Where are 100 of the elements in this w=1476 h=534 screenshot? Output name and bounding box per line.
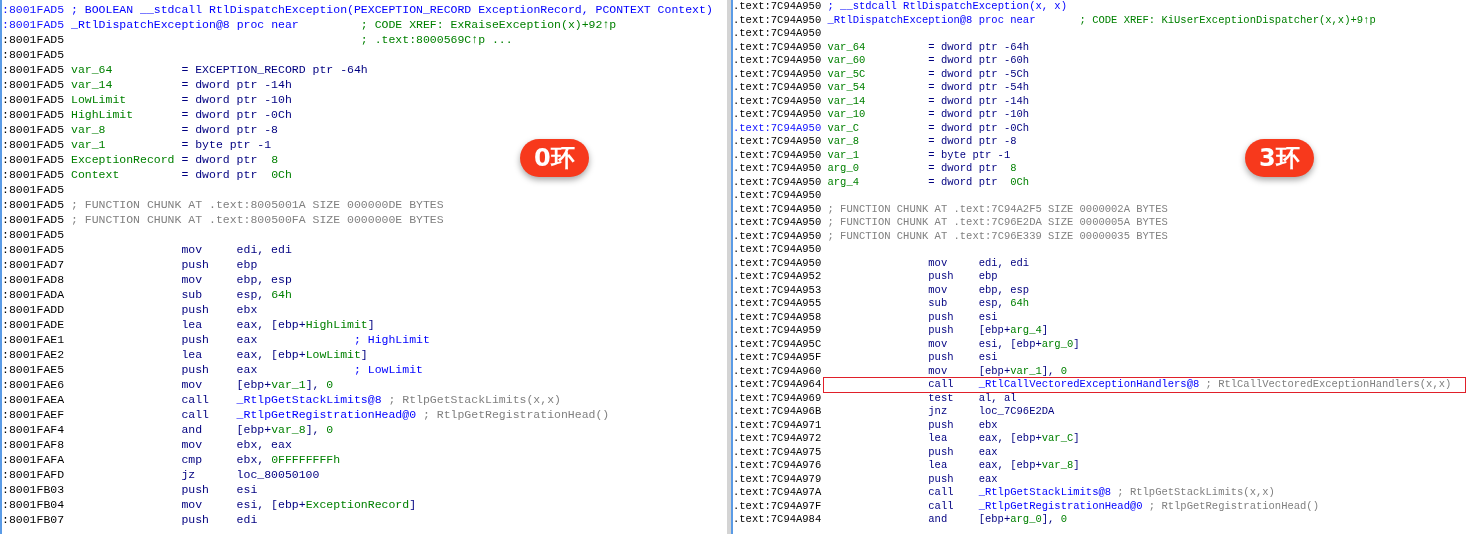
line-address: :8001FAD5 [2, 153, 65, 166]
code-comment: ; RtlpGetRegistrationHead() [1148, 499, 1319, 513]
line-address: :8001FADA [2, 288, 65, 301]
variable-name: var_1 [71, 138, 106, 151]
ring-label: 3环 [1245, 139, 1314, 177]
code-comment: ; RtlpGetStackLimits(x,x) [388, 392, 561, 407]
code-comment: ; RtlpGetRegistrationHead() [422, 407, 610, 422]
variable-name: var_8 [827, 135, 859, 147]
variable-definition: = dword ptr 0Ch [181, 167, 292, 182]
line-address: .text:7C94A950 [733, 135, 822, 147]
instruction-mnemonic: sub [181, 287, 204, 302]
instruction-mnemonic: push [181, 257, 210, 272]
instruction-mnemonic: mov [928, 256, 949, 270]
code-comment: ; FUNCTION CHUNK AT .text:8005001A SIZE 000000DE BYTES [71, 197, 444, 212]
operand: ebx [978, 418, 998, 432]
operand: _RtlpGetRegistrationHead@0 [978, 499, 1143, 513]
line-address: :8001FAFD [2, 468, 65, 481]
variable-definition: = dword ptr -10h [928, 108, 1030, 122]
operand: loc_7C96E2DA [978, 405, 1055, 419]
operand: _RtlpGetRegistrationHead@0 [236, 407, 417, 422]
instruction-mnemonic: lea [181, 347, 204, 362]
instruction-mnemonic: mov [181, 242, 204, 257]
variable-name: var_8 [71, 123, 106, 136]
line-address: :8001FAD5 [2, 138, 65, 151]
operand: edi, edi [236, 242, 292, 257]
instruction-mnemonic: push [181, 482, 210, 497]
instruction-mnemonic: lea [928, 432, 949, 446]
variable-definition: = dword ptr -14h [928, 94, 1030, 108]
line-address: :8001FAD5 [2, 168, 65, 181]
line-address: :8001FB03 [2, 483, 65, 496]
instruction-mnemonic: cmp [181, 452, 204, 467]
instruction-mnemonic: push [181, 332, 210, 347]
variable-name: arg_4 [827, 175, 859, 188]
operand: [ebp+var_1], 0 [236, 377, 334, 392]
variable-definition: = dword ptr -60h [928, 54, 1030, 68]
line-address: .text:7C94A950 [733, 0, 822, 12]
line-address: .text:7C94A960 [733, 364, 822, 377]
operand: [ebp+arg_0], 0 [978, 513, 1067, 527]
instruction-mnemonic: jz [181, 467, 197, 482]
operand: ebx [236, 302, 258, 317]
line-address: .text:7C94A955 [733, 297, 822, 309]
variable-definition: = dword ptr -54h [928, 81, 1030, 95]
procedure-name: _RtlDispatchException@8 proc near [71, 18, 299, 31]
line-address: :8001FAD5 [2, 93, 65, 106]
variable-name: arg_0 [827, 162, 859, 174]
line-address: :8001FAD5 [2, 63, 65, 76]
variable-name: var_5C [827, 67, 866, 80]
instruction-mnemonic: push [181, 512, 210, 527]
line-address: .text:7C94A950 [733, 202, 822, 215]
variable-definition: = dword ptr -8 [181, 122, 279, 137]
operand: esi [978, 310, 998, 324]
instruction-mnemonic: push [928, 351, 955, 365]
code-comment: ; FUNCTION CHUNK AT .text:800500FA SIZE 0000000E BYTES [71, 212, 444, 227]
instruction-mnemonic: mov [928, 283, 949, 297]
variable-definition: = byte ptr -1 [181, 137, 272, 152]
line-address: :8001FAF4 [2, 423, 65, 436]
operand: eax, [ebp+var_8] [978, 459, 1080, 473]
line-address: :8001FAD5 [2, 243, 65, 256]
instruction-mnemonic: call [181, 392, 210, 407]
variable-definition: = dword ptr 0Ch [928, 175, 1030, 189]
variable-definition: = dword ptr -0Ch [928, 121, 1030, 135]
line-address: .text:7C94A950 [733, 27, 822, 39]
line-address: :8001FB04 [2, 498, 65, 511]
xref-comment: ; CODE XREF: KiUserExceptionDispatcher(x,x)+9↑p [1079, 13, 1376, 27]
line-address: :8001FAD5 [2, 78, 65, 91]
operand: ebp, esp [236, 272, 292, 287]
line-address: :8001FAD5 [2, 213, 65, 226]
line-address: :8001FAD5 [2, 33, 65, 46]
operand: eax [978, 472, 998, 486]
operand: eax [236, 332, 259, 347]
line-address: :8001FAE1 [2, 333, 65, 346]
variable-name: var_54 [827, 81, 866, 93]
variable-definition: = EXCEPTION_RECORD ptr -64h [181, 62, 368, 77]
operand: esp, 64h [978, 297, 1030, 311]
variable-name: var_64 [71, 63, 113, 76]
instruction-mnemonic: test [928, 391, 955, 405]
line-address: :8001FAD5 [2, 3, 65, 16]
operand: ebx, 0FFFFFFFFh [236, 452, 341, 467]
xref-comment: ; CODE XREF: ExRaiseException(x)+92↑p [360, 17, 617, 32]
variable-name: var_1 [827, 148, 859, 161]
operand: esp, 64h [236, 287, 292, 302]
operand: _RtlCallVectoredExceptionHandlers@8 [978, 378, 1200, 392]
instruction-mnemonic: lea [928, 459, 949, 473]
instruction-mnemonic: push [928, 418, 955, 432]
code-comment: ; RtlpGetStackLimits(x,x) [1117, 486, 1275, 500]
operand: edi, edi [978, 256, 1030, 270]
line-address: .text:7C94A950 [733, 162, 822, 174]
operand: edi [236, 512, 258, 527]
line-address: .text:7C94A950 [733, 175, 822, 188]
variable-definition: = byte ptr -1 [928, 148, 1011, 162]
line-address: .text:7C94A950 [733, 54, 822, 66]
operand: loc_80050100 [236, 467, 320, 482]
variable-definition: = dword ptr -10h [181, 92, 292, 107]
instruction-mnemonic: mov [181, 272, 204, 287]
instruction-mnemonic: mov [928, 364, 949, 378]
line-address: :8001FAD5 [2, 228, 65, 241]
line-address: .text:7C94A964 [733, 378, 822, 390]
operand: ebp [978, 270, 998, 284]
line-address: :8001FADD [2, 303, 65, 316]
variable-name: var_C [827, 121, 859, 134]
